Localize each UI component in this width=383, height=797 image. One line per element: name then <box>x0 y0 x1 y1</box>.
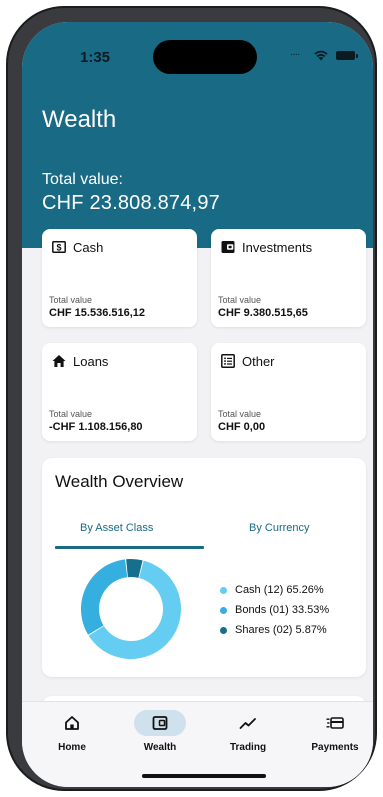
nav-label: Trading <box>229 742 267 753</box>
app-screen: 1:35 ···· Wealth Total value: CHF 23.808… <box>22 22 373 787</box>
battery-icon <box>336 51 358 60</box>
legend-item-cash: Cash (12) 65.26% <box>220 580 329 600</box>
nav-pill <box>222 710 274 736</box>
legend-label: Cash (12) 65.26% <box>235 584 324 596</box>
dynamic-island <box>153 40 257 74</box>
card-label: Other <box>242 353 275 369</box>
card-value: CHF 0,00 <box>218 421 266 433</box>
card-value: -CHF 1.108.156,80 <box>49 421 143 433</box>
signal-icon: ···· <box>290 49 300 60</box>
card-cash[interactable]: $ Cash Total value CHF 15.536.516,12 <box>42 229 197 327</box>
card-sublabel: Total value <box>218 295 262 305</box>
list-icon <box>221 354 235 368</box>
trend-icon <box>239 718 256 729</box>
card-loans[interactable]: Loans Total value -CHF 1.108.156,80 <box>42 343 197 441</box>
card-sublabel: Total value <box>218 409 262 419</box>
total-value-amount: CHF 23.808.874,97 <box>42 192 220 214</box>
active-tab-indicator <box>55 546 204 549</box>
card-value: CHF 9.380.515,65 <box>218 307 308 319</box>
nav-label: Home <box>58 742 86 753</box>
nav-label: Payments <box>311 742 359 753</box>
nav-home[interactable]: Home <box>37 710 107 753</box>
status-time: 1:35 <box>80 49 111 66</box>
donut-legend: Cash (12) 65.26% Bonds (01) 33.53% Share… <box>220 580 329 640</box>
home-outline-icon <box>65 716 79 730</box>
page-title: Wealth <box>42 106 117 133</box>
svg-text:$: $ <box>56 243 61 253</box>
nav-label: Wealth <box>143 742 177 753</box>
nav-pill <box>309 710 361 736</box>
card-label: Cash <box>73 239 104 255</box>
wealth-header: 1:35 ···· Wealth Total value: CHF 23.808… <box>22 22 373 248</box>
nav-pill-active <box>134 710 186 736</box>
legend-item-bonds: Bonds (01) 33.53% <box>220 600 329 620</box>
card-other[interactable]: Other Total value CHF 0,00 <box>211 343 366 441</box>
home-indicator <box>142 774 266 778</box>
card-label: Investments <box>242 239 313 255</box>
card-label: Loans <box>73 353 109 369</box>
wallet-icon <box>221 241 235 253</box>
dollar-bill-icon: $ <box>52 241 66 253</box>
wallet-icon <box>152 716 168 730</box>
legend-dot <box>220 606 227 614</box>
asset-class-donut-chart <box>81 559 181 659</box>
payments-icon <box>326 717 344 729</box>
device-frame: 1:35 ···· Wealth Total value: CHF 23.808… <box>6 6 377 791</box>
card-sublabel: Total value <box>49 409 93 419</box>
wifi-icon <box>314 50 328 61</box>
legend-dot <box>220 626 227 634</box>
wealth-overview-panel: Wealth Overview By Asset Class By Curren… <box>42 458 366 677</box>
legend-label: Bonds (01) 33.53% <box>235 604 330 616</box>
total-value-label: Total value: <box>42 171 123 188</box>
overview-title: Wealth Overview <box>55 472 184 491</box>
card-investments[interactable]: Investments Total value CHF 9.380.515,65 <box>211 229 366 327</box>
card-value: CHF 15.536.516,12 <box>49 307 146 319</box>
legend-item-shares: Shares (02) 5.87% <box>220 620 329 640</box>
tab-by-asset-class[interactable]: By Asset Class <box>80 522 153 534</box>
tab-by-currency[interactable]: By Currency <box>249 522 310 534</box>
nav-pill <box>46 710 98 736</box>
card-sublabel: Total value <box>49 295 93 305</box>
nav-wealth[interactable]: Wealth <box>125 710 195 753</box>
status-bar: 1:35 ···· <box>22 22 373 76</box>
legend-dot <box>220 586 227 594</box>
legend-label: Shares (02) 5.87% <box>235 624 327 636</box>
nav-payments[interactable]: Payments <box>300 710 370 753</box>
nav-trading[interactable]: Trading <box>213 710 283 753</box>
home-icon <box>52 355 66 367</box>
